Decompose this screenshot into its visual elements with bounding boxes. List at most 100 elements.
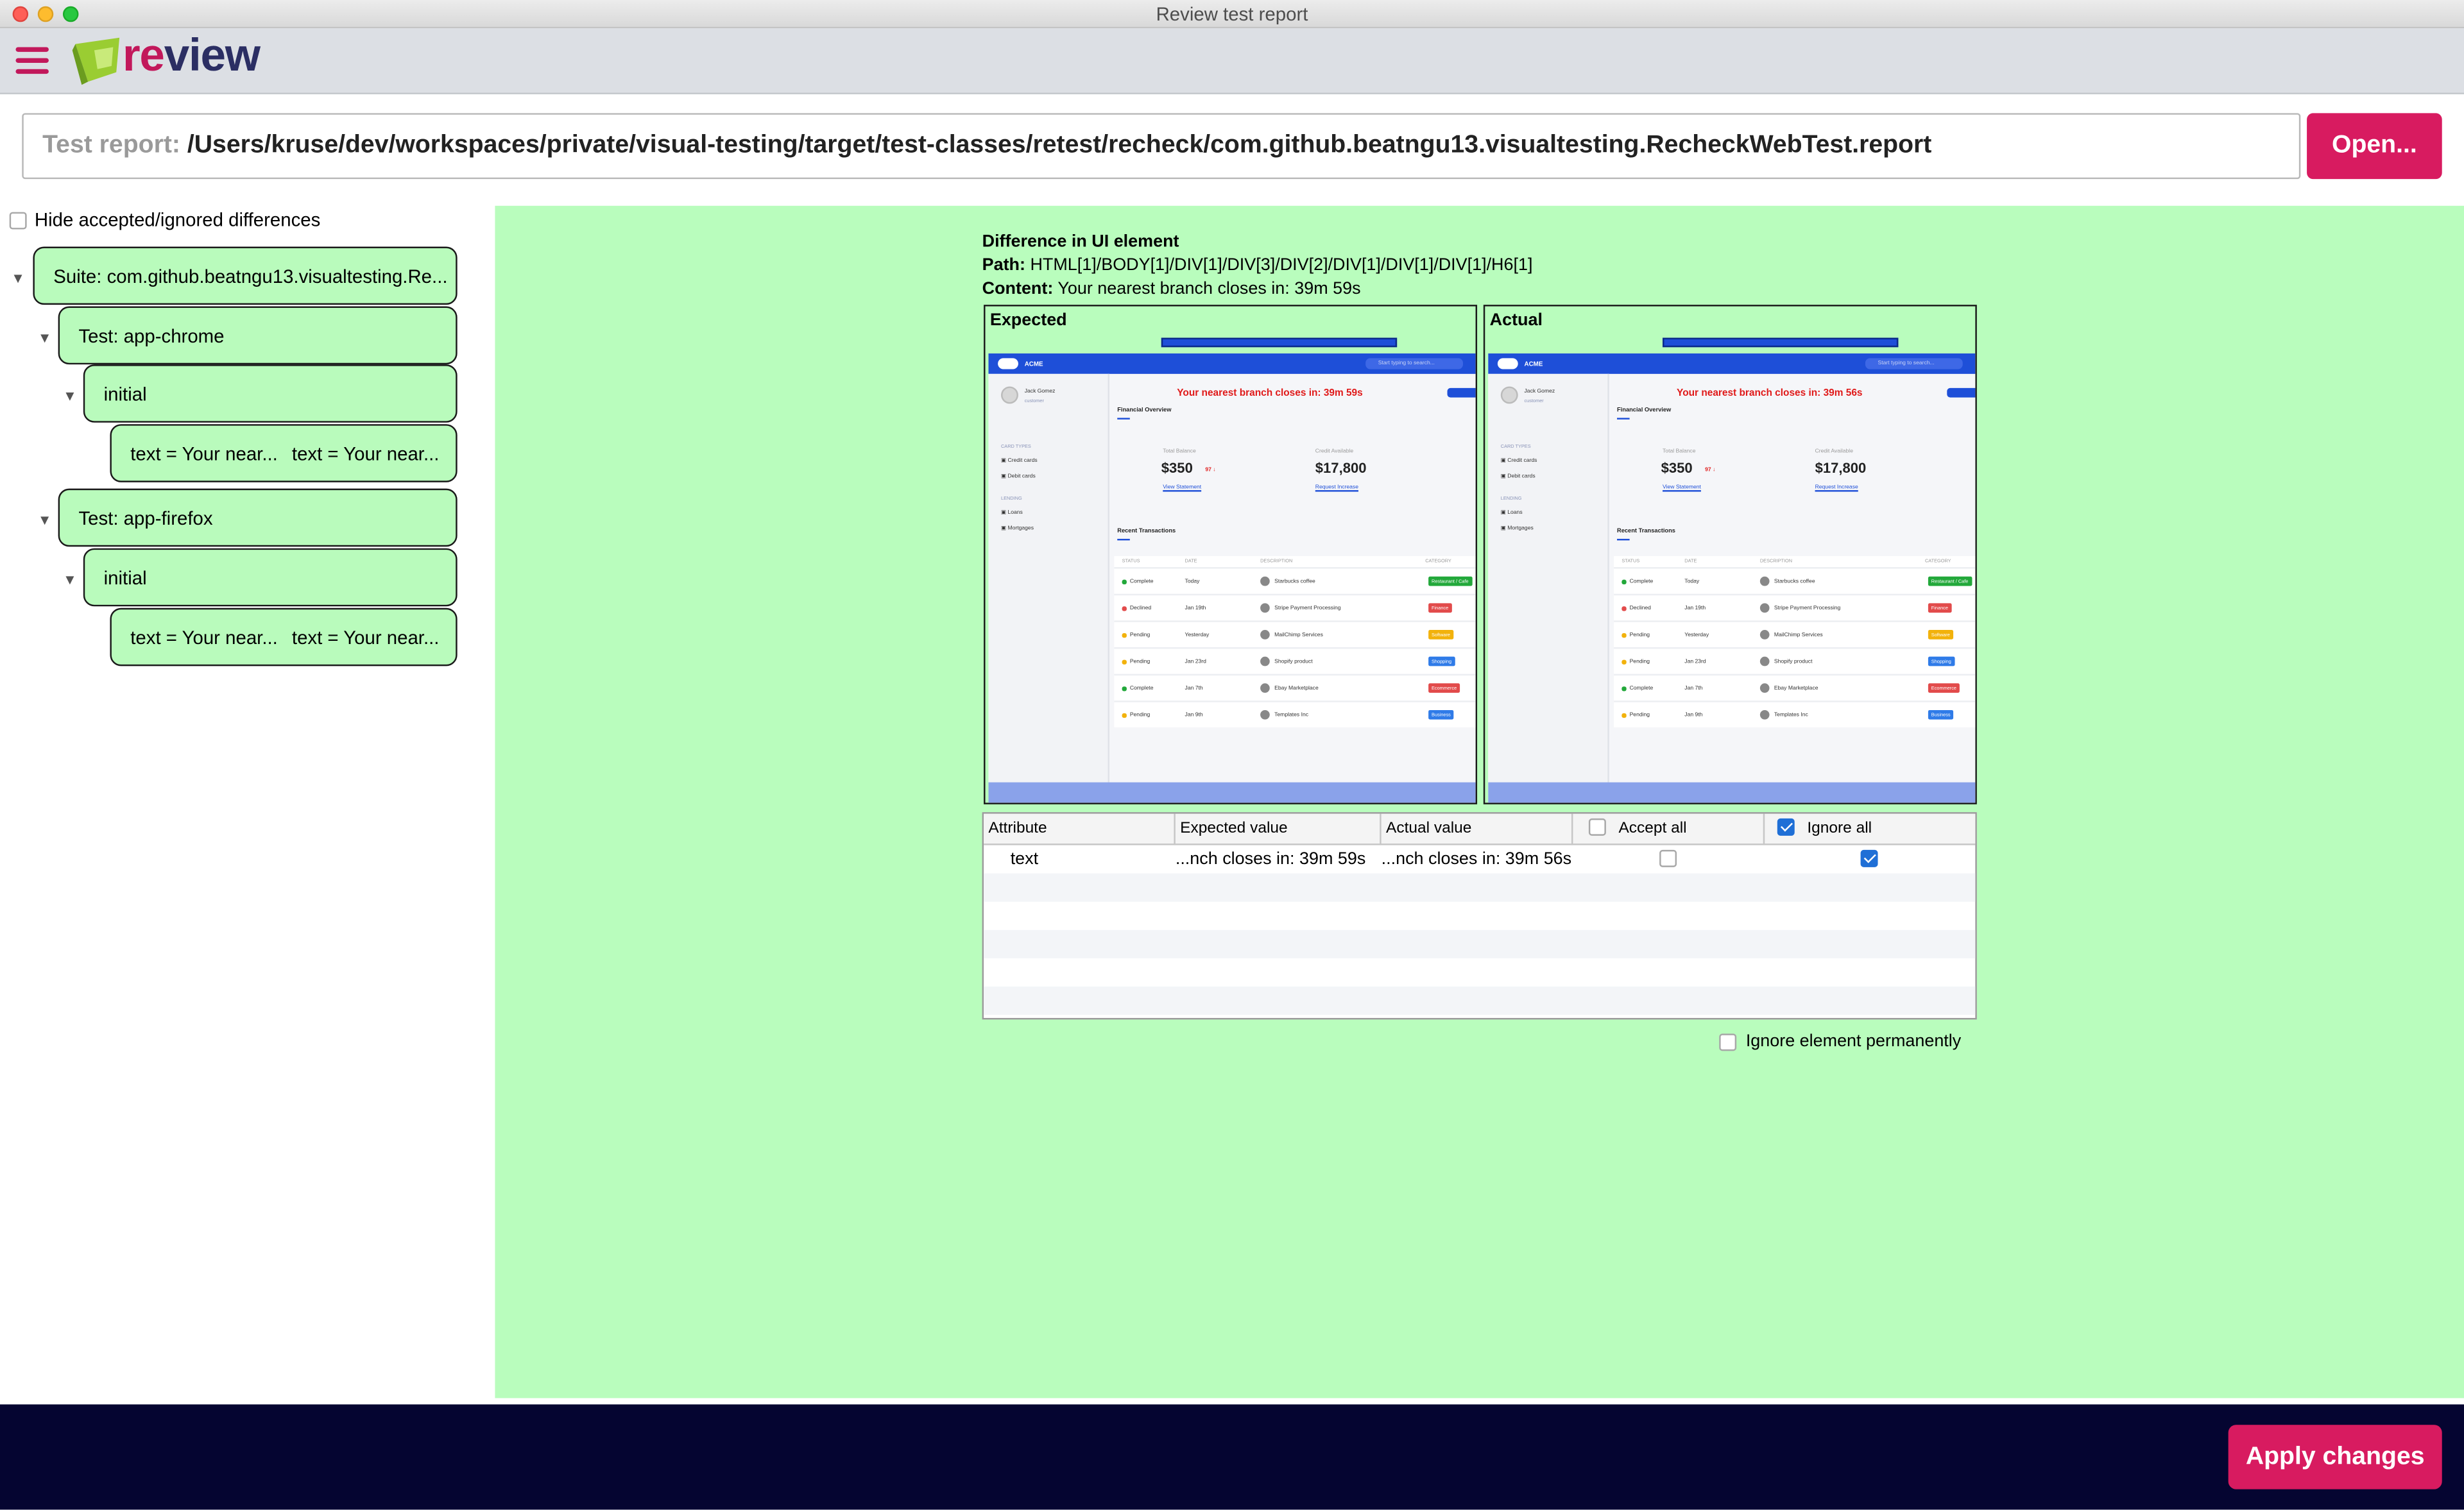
mini-category-tag: Restaurant / Cafe [1928, 576, 1972, 586]
mini-merchant-icon [1759, 576, 1770, 586]
mini-category-tag: Software [1428, 630, 1453, 640]
mini-status-dot [1621, 686, 1626, 691]
expected-value: ...nch closes in: 39m 59s [1175, 849, 1366, 869]
mini-category-tag: Ecommerce [1928, 683, 1960, 693]
expected-screenshot: ACME Start typing to search... Jack Gomez c… [988, 353, 1476, 803]
mini-balance-label: Total Balance [1163, 447, 1196, 454]
mini-description: MailChimp Services [1774, 631, 1823, 638]
mini-user-role: customer [1024, 397, 1044, 404]
open-button[interactable]: Open... [2307, 113, 2442, 180]
ignore-row-checkbox[interactable] [1860, 849, 1878, 867]
actual-title: Actual [1489, 310, 1543, 330]
mini-description: Stripe Payment Processing [1274, 604, 1341, 611]
table-row-empty [984, 873, 1976, 902]
mini-merchant-icon [1759, 683, 1770, 693]
diff-highlight-marker [1663, 337, 1899, 348]
mini-credit-label: Credit Available [1815, 447, 1853, 454]
mini-category-tag: Shopping [1428, 656, 1455, 666]
mini-recent-title: Recent Transactions [1117, 527, 1176, 534]
chevron-down-icon[interactable]: ▼ [63, 572, 77, 587]
mini-transaction-row: Complete Jan 7th Ebay Marketplace Ecommerce [1114, 674, 1476, 701]
menu-icon[interactable] [15, 47, 49, 75]
chevron-down-icon[interactable]: ▼ [38, 512, 52, 527]
mini-credit-value: $17,800 [1315, 460, 1367, 477]
tree-node-step-firefox[interactable]: initial [83, 548, 458, 607]
tree-node-step-chrome[interactable]: initial [83, 364, 458, 423]
apply-changes-button[interactable]: Apply changes [2228, 1425, 2442, 1489]
table-row[interactable]: text ...nch closes in: 39m 59s ...nch cl… [984, 845, 1975, 874]
mini-status: Pending [1129, 631, 1151, 638]
mini-view-statement: View Statement [1163, 484, 1202, 491]
mini-description: Templates Inc [1774, 711, 1808, 718]
chevron-down-icon[interactable]: ▼ [11, 270, 25, 285]
attribute-table: Attribute Expected value Actual value Ac… [982, 812, 1977, 1020]
mini-underline [1117, 418, 1130, 420]
ignore-permanently-checkbox[interactable] [1719, 1033, 1737, 1051]
accept-row-checkbox[interactable] [1659, 849, 1677, 867]
mini-status: Pending [1629, 631, 1650, 638]
col-accept-all[interactable]: Accept all [1573, 813, 1765, 845]
mini-transaction-row: Pending Yesterday MailChimp Services Softwa… [1114, 620, 1476, 647]
mini-bottom-bar [988, 782, 1476, 803]
mini-add-button [1947, 387, 1976, 398]
mini-column-header: DESCRIPTION [1759, 557, 1793, 564]
tree-node-suite[interactable]: Suite: com.github.beatngu13.visualtestin… [33, 246, 458, 305]
mini-status-dot [1621, 713, 1626, 717]
mini-search-field: Start typing to search... [1365, 358, 1464, 369]
tree-node-diff-chrome[interactable]: text = Your near... text = Your near... [110, 424, 458, 482]
mini-status: Pending [1629, 658, 1650, 665]
mini-category-tag: Ecommerce [1428, 683, 1460, 693]
mini-balance-value: $350 [1661, 460, 1693, 477]
mini-content: Your nearest branch closes in: 39m 56s Fi… [1614, 374, 1976, 783]
col-attribute[interactable]: Attribute [984, 813, 1176, 845]
tree-node-diff-firefox[interactable]: text = Your near... text = Your near... [110, 607, 458, 666]
chevron-down-icon[interactable]: ▼ [63, 388, 77, 403]
mini-content: Your nearest branch closes in: 39m 59s Fi… [1114, 374, 1476, 783]
mini-date: Jan 7th [1684, 684, 1703, 691]
mini-toggle-icon [1497, 358, 1518, 369]
mini-description: MailChimp Services [1274, 631, 1323, 638]
mini-status: Declined [1129, 604, 1152, 611]
mini-sidebar: Jack Gomez customer CARD TYPES ▣ Credit car… [988, 373, 1109, 783]
tree-node-diff-text: text = Your near... [130, 443, 278, 465]
table-row-empty [984, 929, 1976, 958]
col-actual[interactable]: Actual value [1382, 813, 1573, 845]
report-path-field[interactable]: Test report: /Users/kruse/dev/workspaces… [22, 113, 2301, 180]
mini-table-header: STATUS DATE DESCRIPTION CATEGORY [1114, 556, 1475, 567]
ignore-permanently-toggle[interactable]: Ignore element permanently [1719, 1032, 1961, 1051]
content-value: Your nearest branch closes in: 39m 59s [1057, 279, 1361, 299]
accept-all-checkbox[interactable] [1588, 818, 1606, 836]
mini-transaction-row: Pending Jan 23rd Shopify product Shopping [1114, 647, 1476, 674]
mini-category-tag: Restaurant / Cafe [1428, 576, 1472, 586]
mini-description: Templates Inc [1274, 711, 1309, 718]
mini-description: Starbucks coffee [1774, 578, 1815, 585]
mini-underline [1617, 418, 1630, 420]
mini-sidebar-item: ▣ Debit cards [1001, 473, 1036, 479]
expected-panel: Expected ACME Start typing to search... Ja… [984, 305, 1478, 804]
mini-column-header: DATE [1684, 557, 1697, 564]
mini-status: Pending [1129, 711, 1151, 718]
hide-accepted-checkbox[interactable] [9, 211, 27, 229]
tree-node-test-chrome[interactable]: Test: app-chrome [58, 306, 458, 365]
hide-accepted-toggle[interactable]: Hide accepted/ignored differences [9, 209, 321, 231]
mini-bottom-bar [1488, 782, 1976, 803]
chevron-down-icon[interactable]: ▼ [38, 330, 52, 345]
mini-status: Complete [1129, 684, 1154, 691]
table-row-empty [984, 902, 1975, 930]
mini-column-header: DESCRIPTION [1260, 557, 1293, 564]
mini-status: Declined [1629, 604, 1651, 611]
mini-merchant-icon [1260, 576, 1270, 586]
ignore-all-checkbox[interactable] [1777, 818, 1795, 836]
mini-status: Complete [1129, 578, 1154, 585]
accept-all-label: Accept all [1618, 820, 1687, 838]
mini-category-tag: Finance [1428, 603, 1452, 613]
mini-date: Jan 7th [1185, 684, 1203, 691]
col-ignore-all[interactable]: Ignore all [1765, 814, 1975, 845]
mini-user-role: customer [1524, 397, 1544, 404]
tree-node-test-firefox[interactable]: Test: app-firefox [58, 488, 458, 547]
mini-credit-value: $17,800 [1815, 460, 1867, 477]
mini-column-header: STATUS [1621, 557, 1640, 564]
review-logo: review [69, 31, 261, 89]
mini-status: Complete [1629, 578, 1654, 585]
col-expected[interactable]: Expected value [1176, 813, 1382, 845]
